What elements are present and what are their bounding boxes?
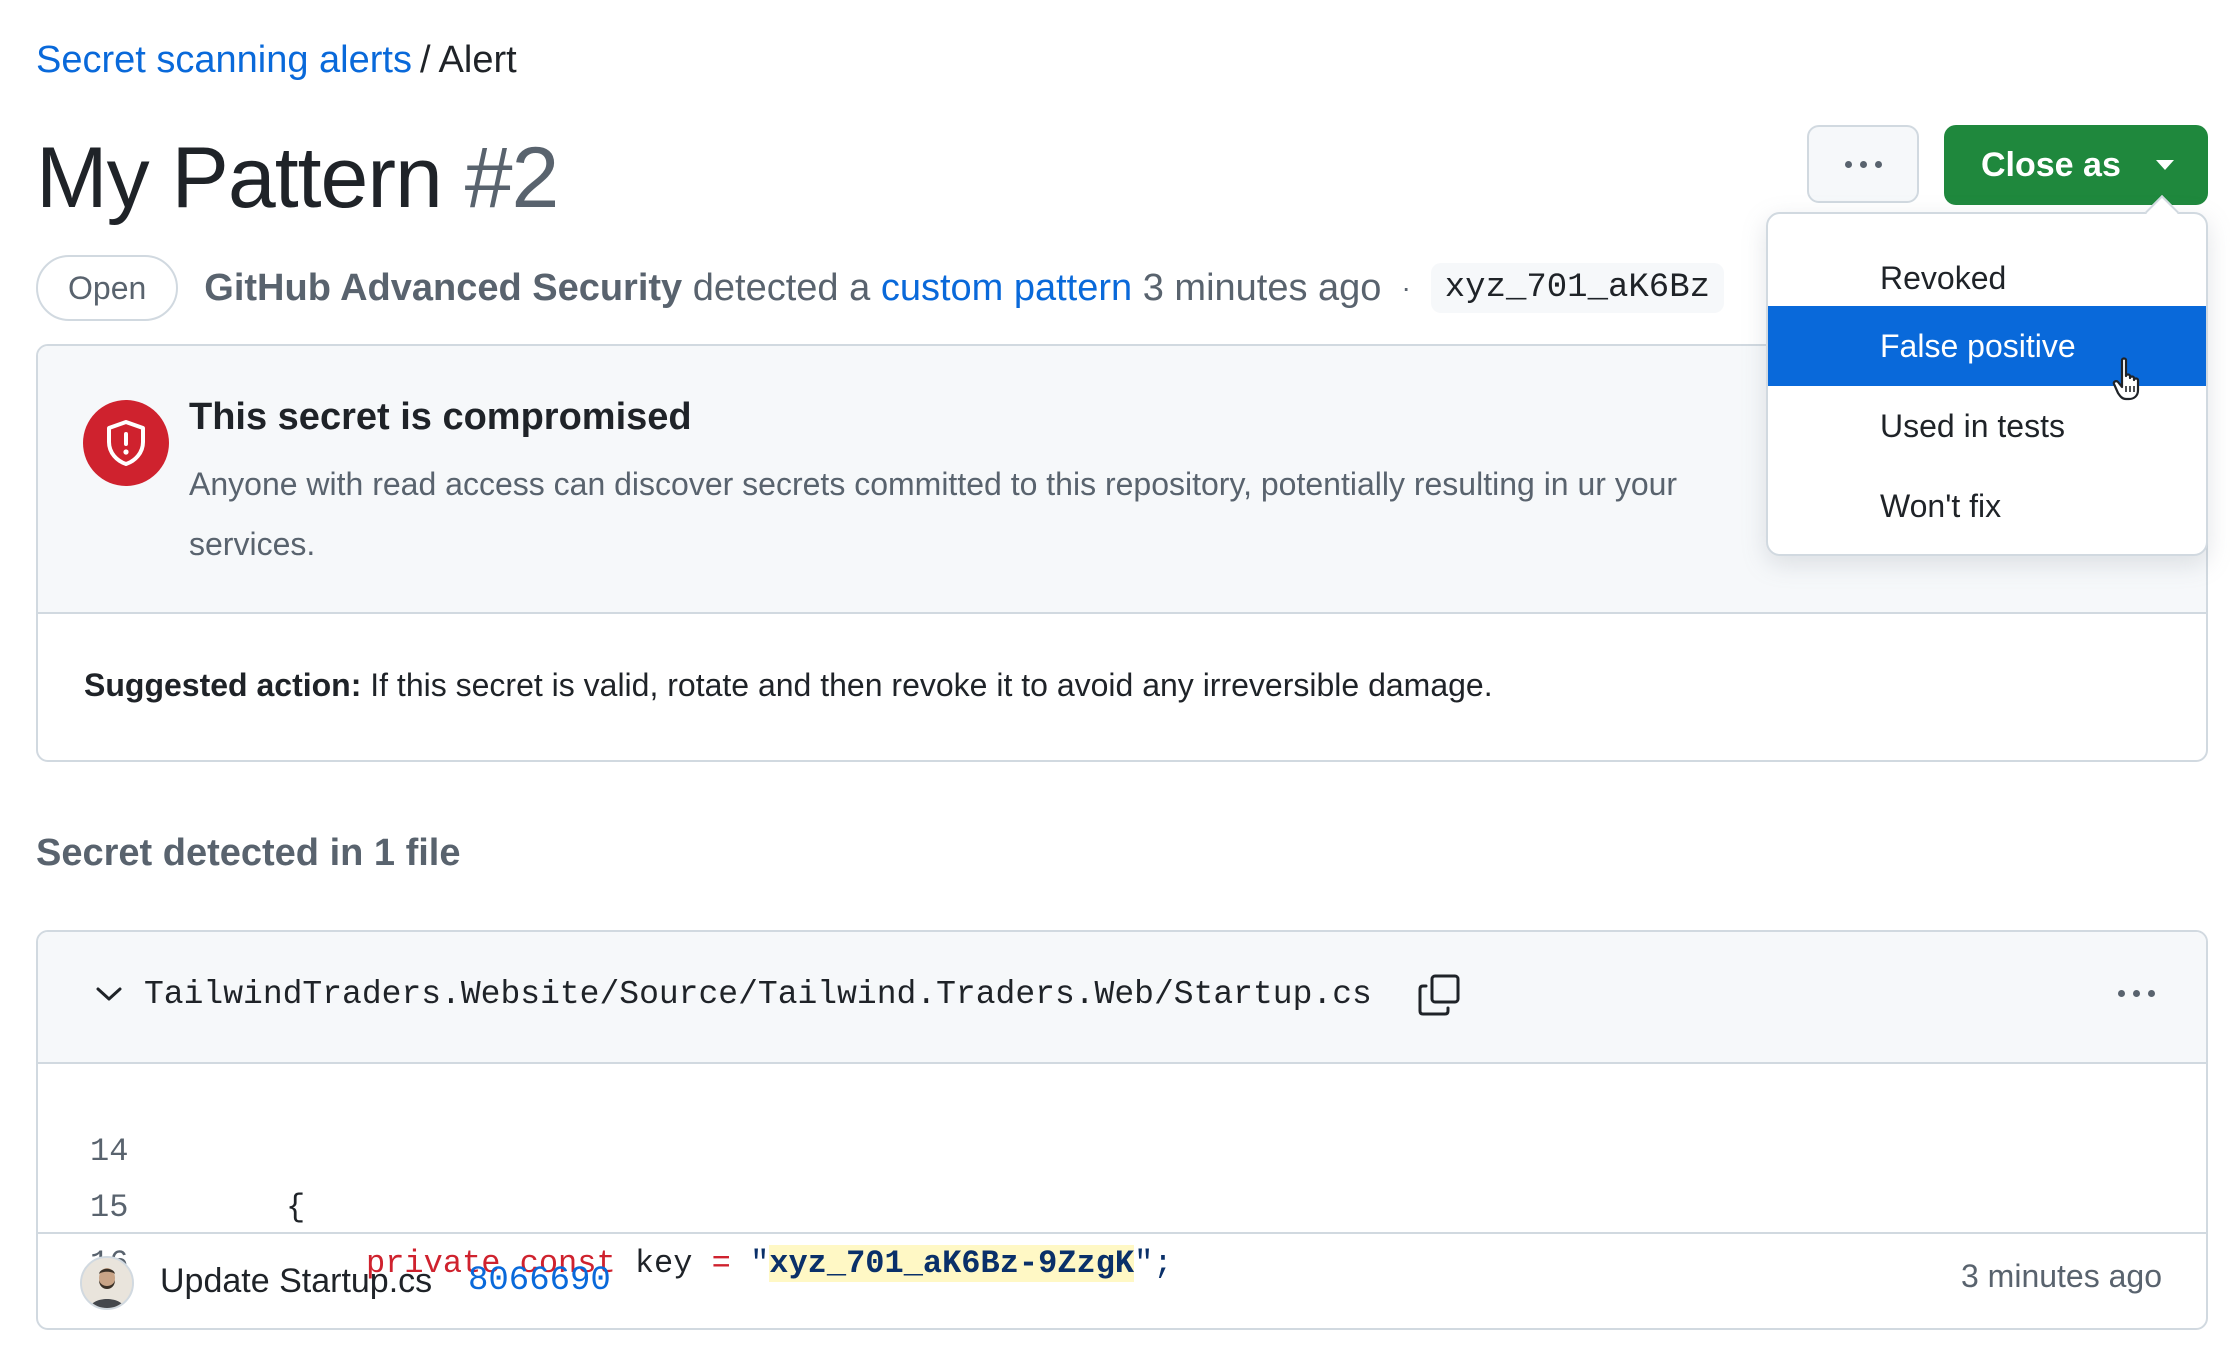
- breadcrumb-current: Alert: [438, 39, 517, 81]
- commit-sha-link[interactable]: 8066690: [468, 1262, 611, 1300]
- detected-time: 3 minutes ago: [1142, 266, 1382, 309]
- menu-item-wont-fix[interactable]: Won't fix: [1768, 466, 2206, 546]
- suggested-action-label: Suggested action:: [84, 667, 362, 703]
- file-options-icon[interactable]: [2118, 990, 2155, 997]
- breadcrumb-link-secret-scanning-alerts[interactable]: Secret scanning alerts: [36, 39, 412, 81]
- detected-text: detected a: [692, 266, 871, 309]
- alert-title: My Pattern: [36, 130, 443, 226]
- alert-meta: Open GitHub Advanced Security detected a…: [36, 254, 1725, 322]
- custom-pattern-link[interactable]: custom pattern: [881, 267, 1132, 310]
- chevron-down-icon[interactable]: [94, 984, 124, 1009]
- page-title: My Pattern #2: [36, 128, 560, 228]
- status-badge: Open: [36, 255, 179, 321]
- suggested-action: Suggested action: If this secret is vali…: [84, 664, 1493, 706]
- code-line: 15 private const key = "xyz_701_aK6Bz-9Z…: [38, 1124, 2206, 1282]
- file-box: TailwindTraders.Website/Source/Tailwind.…: [36, 930, 2208, 1330]
- commit-row: Update Startup.cs 8066690 3 minutes ago: [38, 1232, 2206, 1328]
- code-line: 14 {: [38, 1068, 2206, 1226]
- files-heading: Secret detected in 1 file: [36, 832, 461, 874]
- alert-number: #2: [464, 130, 560, 226]
- kebab-horizontal-icon: [1844, 160, 1882, 168]
- file-header: TailwindTraders.Website/Source/Tailwind.…: [38, 932, 2206, 1064]
- meta-bullet: ·: [1401, 272, 1411, 303]
- code-line: 16: [38, 1180, 2206, 1282]
- breadcrumb: Secret scanning alerts / Alert: [36, 36, 517, 84]
- commit-message[interactable]: Update Startup.cs: [160, 1262, 432, 1301]
- shield-icon: [83, 400, 169, 486]
- secret-preview: xyz_701_aK6Bz: [1430, 263, 1725, 313]
- triangle-down-icon: [2156, 160, 2174, 170]
- more-options-button[interactable]: [1807, 125, 1919, 203]
- avatar[interactable]: [80, 1256, 134, 1310]
- commit-time: 3 minutes ago: [1960, 1258, 2162, 1294]
- close-as-button[interactable]: Close as: [1944, 125, 2208, 205]
- file-path: TailwindTraders.Website/Source/Tailwind.…: [144, 976, 1372, 1013]
- alert-description: Anyone with read access can discover sec…: [189, 466, 1678, 562]
- alert-heading: This secret is compromised: [189, 396, 692, 438]
- close-as-label: Close as: [1981, 145, 2121, 184]
- breadcrumb-separator: /: [419, 39, 431, 81]
- suggested-action-text: If this secret is valid, rotate and then…: [370, 667, 1493, 703]
- copy-icon[interactable]: [1416, 972, 1462, 1023]
- detector-name: GitHub Advanced Security: [204, 266, 683, 309]
- pointer-cursor-icon: [2112, 356, 2150, 407]
